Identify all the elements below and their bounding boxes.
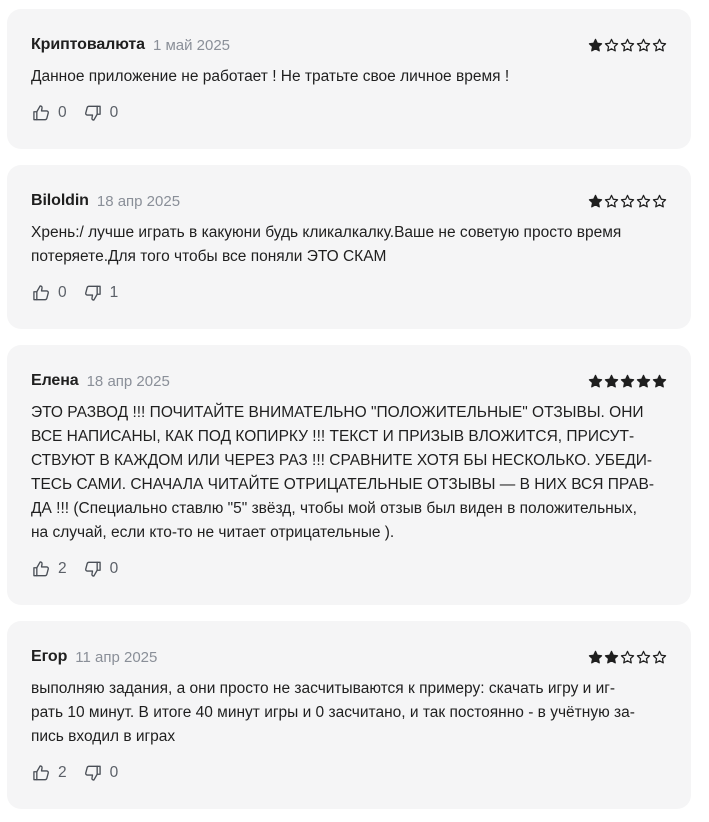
review-date: 18 апр 2025 <box>86 372 170 390</box>
star-filled-icon <box>636 374 651 387</box>
rating-stars <box>588 38 667 53</box>
star-outline-icon <box>620 38 635 51</box>
star-outline-icon <box>604 194 619 207</box>
review-author: Biloldin <box>31 192 89 209</box>
review-text: Данное приложение не работает ! Не трать… <box>31 68 510 85</box>
review-votes: 0 0 <box>31 103 118 123</box>
star-outline-icon <box>652 38 667 51</box>
rating-stars <box>588 650 667 665</box>
star-filled-icon <box>604 650 619 663</box>
thumbs-down-icon <box>83 103 103 123</box>
review-author: Егор <box>31 648 68 665</box>
dislike-button[interactable]: 1 <box>83 283 119 303</box>
dislike-button[interactable]: 0 <box>83 763 119 783</box>
star-filled-icon <box>588 650 603 663</box>
review-card: Криптовалюта 1 май 2025 Данное приложени… <box>7 9 691 149</box>
star-filled-icon <box>604 374 619 387</box>
star-outline-icon <box>636 194 651 207</box>
thumbs-down-icon <box>83 283 103 303</box>
star-filled-icon <box>620 374 635 387</box>
dislike-count: 0 <box>109 560 119 577</box>
thumbs-up-icon <box>31 283 51 303</box>
star-outline-icon <box>636 38 651 51</box>
dislike-count: 0 <box>109 104 119 121</box>
review-author: Криптовалюта <box>31 36 145 53</box>
dislike-count: 1 <box>109 284 119 301</box>
like-button[interactable]: 0 <box>31 283 67 303</box>
star-filled-icon <box>652 374 667 387</box>
like-button[interactable]: 2 <box>31 559 67 579</box>
star-outline-icon <box>620 194 635 207</box>
thumbs-up-icon <box>31 103 51 123</box>
review-card: Biloldin 18 апр 2025 Хрень:/ лучше играт… <box>7 165 691 329</box>
review-card: Егор 11 апр 2025 выполняю задания, а они… <box>7 621 691 809</box>
thumbs-down-icon <box>83 763 103 783</box>
like-count: 2 <box>58 764 67 781</box>
reviews-list: Криптовалюта 1 май 2025 Данное приложени… <box>0 0 709 822</box>
review-votes: 2 0 <box>31 559 118 579</box>
thumbs-up-icon <box>31 763 51 783</box>
star-filled-icon <box>588 38 603 51</box>
dislike-count: 0 <box>109 764 119 781</box>
review-text: Хрень:/ лучше играть в какуюни будь клик… <box>31 224 622 265</box>
review-date: 18 апр 2025 <box>96 192 181 210</box>
dislike-button[interactable]: 0 <box>83 103 119 123</box>
review-header: Криптовалюта 1 май 2025 <box>31 35 667 55</box>
star-outline-icon <box>604 38 619 51</box>
like-count: 2 <box>58 560 67 577</box>
review-date: 11 апр 2025 <box>75 648 158 666</box>
review-votes: 2 0 <box>31 763 118 783</box>
like-count: 0 <box>58 104 67 121</box>
review-header: Biloldin 18 апр 2025 <box>31 191 667 211</box>
like-count: 0 <box>58 284 67 301</box>
star-filled-icon <box>588 374 603 387</box>
dislike-button[interactable]: 0 <box>83 559 119 579</box>
like-button[interactable]: 0 <box>31 103 67 123</box>
review-date: 1 май 2025 <box>152 36 231 54</box>
review-header: Елена 18 апр 2025 <box>31 371 667 391</box>
rating-stars <box>588 194 667 209</box>
review-card: Елена 18 апр 2025 ЭТО РАЗВОД !!! ПОЧИТАЙ… <box>7 345 691 605</box>
star-outline-icon <box>652 650 667 663</box>
thumbs-down-icon <box>83 559 103 579</box>
star-outline-icon <box>620 650 635 663</box>
star-filled-icon <box>588 194 603 207</box>
thumbs-up-icon <box>31 559 51 579</box>
review-text: ЭТО РАЗВОД !!! ПОЧИТАЙТЕ ВНИМАТЕЛЬНО "ПО… <box>31 404 655 541</box>
star-outline-icon <box>636 650 651 663</box>
review-header: Егор 11 апр 2025 <box>31 647 667 667</box>
review-text: выполняю задания, а они просто не засчит… <box>31 680 635 745</box>
rating-stars <box>588 374 667 389</box>
star-outline-icon <box>652 194 667 207</box>
review-author: Елена <box>31 372 79 389</box>
review-votes: 0 1 <box>31 283 118 303</box>
like-button[interactable]: 2 <box>31 763 67 783</box>
